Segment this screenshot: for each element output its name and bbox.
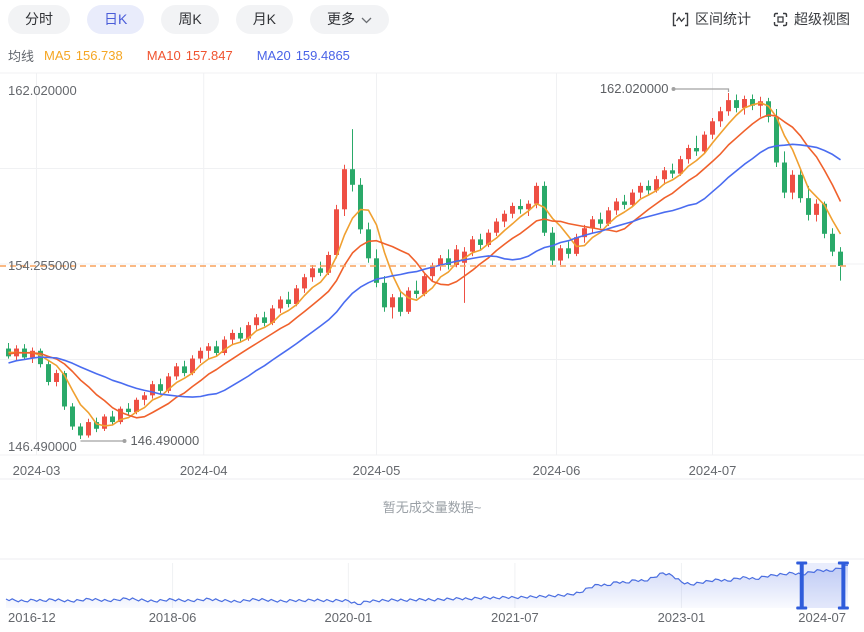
- grid-layer: [0, 72, 864, 560]
- chart-period-toolbar: 分时 日K 周K 月K 更多: [8, 5, 390, 34]
- svg-text:146.490000: 146.490000: [131, 433, 200, 448]
- ma10-legend-item: MA10 157.847: [147, 48, 233, 63]
- ma-legend-title: 均线: [8, 49, 35, 64]
- range-statistics-label: 区间统计: [695, 11, 751, 27]
- super-view-label: 超级视图: [794, 11, 850, 27]
- period-button-fenshi[interactable]: 分时: [8, 5, 70, 34]
- svg-text:146.490000: 146.490000: [8, 439, 77, 454]
- svg-text:162.020000: 162.020000: [600, 81, 669, 96]
- ma5-label: MA5: [44, 48, 71, 63]
- navigator-layer: 2016-12 2018-06 2020-01 2021-07 2023-01 2024-…: [5, 561, 849, 625]
- more-label: 更多: [327, 11, 356, 27]
- ma20-legend-item: MA20 159.4865: [257, 48, 350, 63]
- svg-text:154.255000: 154.255000: [8, 258, 77, 273]
- ma5-value: 156.738: [75, 48, 123, 63]
- svg-text:2024-05: 2024-05: [353, 463, 401, 478]
- range-statistics-icon: [672, 12, 689, 27]
- svg-text:2024-06: 2024-06: [533, 463, 581, 478]
- more-periods-button[interactable]: 更多: [310, 5, 390, 34]
- chevron-down-icon: [361, 5, 372, 34]
- period-button-daily-k[interactable]: 日K: [87, 5, 145, 34]
- super-view-icon: [773, 12, 788, 27]
- period-button-weekly-k[interactable]: 周K: [161, 5, 219, 34]
- ma20-value: 159.4865: [295, 48, 350, 63]
- svg-text:2021-07: 2021-07: [491, 610, 539, 625]
- no-volume-data-message: 暂无成交量数据~: [382, 500, 482, 515]
- svg-text:2023-01: 2023-01: [658, 610, 706, 625]
- ma10-value: 157.847: [185, 48, 233, 63]
- svg-text:2016-12: 2016-12: [8, 610, 56, 625]
- svg-text:2024-04: 2024-04: [180, 463, 228, 478]
- ma5-legend-item: MA5 156.738: [44, 48, 123, 63]
- svg-text:2018-06: 2018-06: [149, 610, 197, 625]
- ma20-label: MA20: [256, 48, 291, 63]
- svg-text:2024-07: 2024-07: [689, 463, 737, 478]
- svg-text:2024-07: 2024-07: [798, 610, 846, 625]
- period-button-monthly-k[interactable]: 月K: [235, 5, 294, 34]
- candlestick-chart-canvas[interactable]: 162.020000 146.490000 162.020000 154.255000…: [0, 0, 864, 632]
- ma10-label: MA10: [146, 48, 181, 63]
- range-statistics-tool[interactable]: 区间统计: [672, 9, 751, 29]
- navigator-selected-range[interactable]: [801, 563, 844, 608]
- super-view-tool[interactable]: 超级视图: [773, 9, 850, 29]
- svg-text:162.020000: 162.020000: [8, 83, 77, 98]
- svg-text:2020-01: 2020-01: [324, 610, 372, 625]
- chart-tools: 区间统计 超级视图: [672, 9, 850, 29]
- svg-text:2024-03: 2024-03: [13, 463, 61, 478]
- annotation-layer: 162.020000 146.490000: [0, 81, 850, 448]
- ma-legend: 均线 MA5 156.738 MA10 157.847 MA20 159.486…: [8, 46, 374, 65]
